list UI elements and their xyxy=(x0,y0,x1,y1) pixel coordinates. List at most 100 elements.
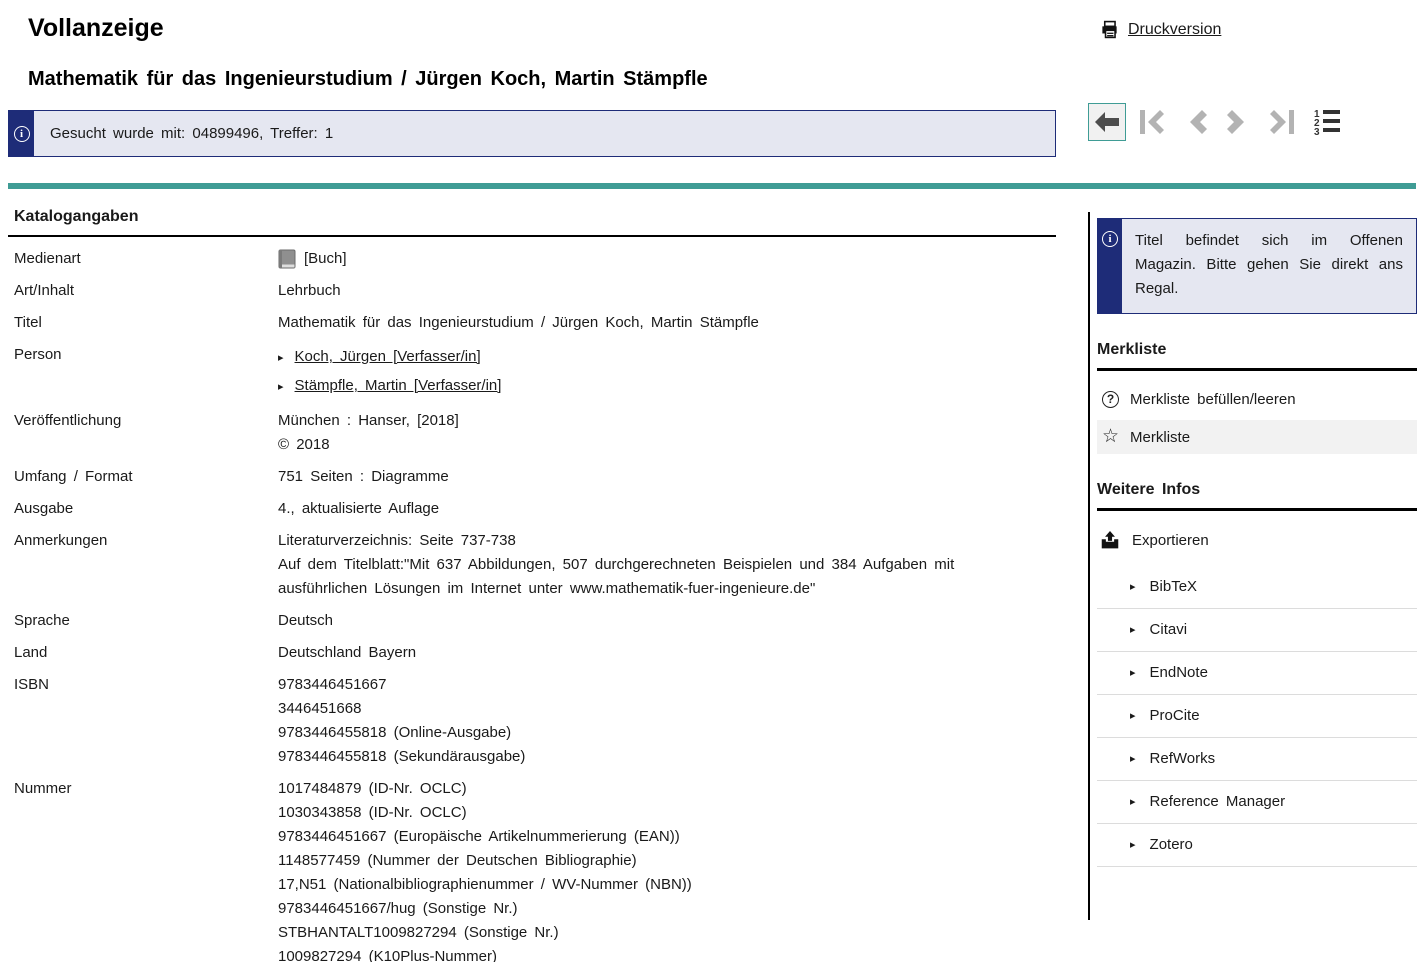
back-button[interactable] xyxy=(1088,103,1126,141)
export-item-label: BibTeX xyxy=(1150,575,1198,599)
star-icon: ☆ xyxy=(1102,428,1119,446)
printer-icon xyxy=(1100,20,1119,39)
alert-accent-bar: i xyxy=(9,111,34,156)
location-notice: i Titel befindet sich im Offenen Magazin… xyxy=(1097,218,1417,314)
catalog-heading: Katalogangaben xyxy=(8,206,1056,237)
merkliste-heading: Merkliste xyxy=(1097,341,1417,371)
row-value-line: München : Hanser, [2018] xyxy=(278,409,1026,433)
info-circle-icon: i xyxy=(14,126,30,142)
export-item-label: EndNote xyxy=(1150,661,1208,685)
search-result-alert: i Gesucht wurde mit: 04899496, Treffer: … xyxy=(8,110,1056,157)
section-divider xyxy=(8,183,1416,189)
last-page-button[interactable] xyxy=(1264,103,1302,141)
number-line: 9783446451667/hug (Sonstige Nr.) xyxy=(278,897,1026,921)
triangle-bullet-icon: ▸ xyxy=(1130,575,1136,599)
row-value-line: Auf dem Titelblatt:"Mit 637 Abbildungen,… xyxy=(278,553,1026,601)
merkliste-fill-empty-button[interactable]: ? Merkliste befüllen/leeren xyxy=(1097,383,1417,416)
last-page-icon xyxy=(1268,107,1298,137)
merkliste-fill-empty-label: Merkliste befüllen/leeren xyxy=(1130,391,1296,408)
table-row: Land Deutschland Bayern xyxy=(14,641,1056,665)
export-item-label: ProCite xyxy=(1150,704,1200,728)
triangle-bullet-icon: ▸ xyxy=(1130,618,1136,642)
table-row: Veröffentlichung München : Hanser, [2018… xyxy=(14,409,1056,457)
export-item-bibtex[interactable]: ▸ BibTeX xyxy=(1097,566,1417,609)
number-line: 1009827294 (K10Plus-Nummer) xyxy=(278,945,1026,962)
isbn-line: 9783446455818 (Online-Ausgabe) xyxy=(278,721,1026,745)
info-circle-icon: i xyxy=(1102,231,1118,247)
table-row: Art/Inhalt Lehrbuch xyxy=(14,279,1056,303)
next-page-button[interactable] xyxy=(1220,103,1258,141)
export-item-label: Reference Manager xyxy=(1150,790,1286,814)
row-value: Mathematik für das Ingenieurstudium / Jü… xyxy=(278,311,1026,335)
table-row: ISBN 9783446451667 3446451668 9783446455… xyxy=(14,673,1056,769)
numbered-list-icon: 1 2 3 xyxy=(1313,108,1341,136)
table-row: Sprache Deutsch xyxy=(14,609,1056,633)
author-link[interactable]: Koch, Jürgen [Verfasser/in] xyxy=(295,343,481,371)
export-item-zotero[interactable]: ▸ Zotero xyxy=(1097,824,1417,867)
table-row: Umfang / Format 751 Seiten : Diagramme xyxy=(14,465,1056,489)
isbn-line: 9783446455818 (Sekundärausgabe) xyxy=(278,745,1026,769)
chevron-right-icon xyxy=(1226,107,1252,137)
weitere-infos-heading: Weitere Infos xyxy=(1097,481,1417,511)
isbn-line: 3446451668 xyxy=(278,697,1026,721)
isbn-line: 9783446451667 xyxy=(278,673,1026,697)
merkliste-label: Merkliste xyxy=(1130,429,1190,446)
row-label: Sprache xyxy=(14,609,278,633)
row-value: 751 Seiten : Diagramme xyxy=(278,465,1026,489)
export-label: Exportieren xyxy=(1132,532,1209,549)
triangle-bullet-icon: ▸ xyxy=(1130,704,1136,728)
row-value-line: Literaturverzeichnis: Seite 737-738 xyxy=(278,529,1026,553)
export-item-label: Citavi xyxy=(1150,618,1188,642)
triangle-bullet-icon: ▸ xyxy=(1130,790,1136,814)
number-line: 9783446451667 (Europäische Artikelnummer… xyxy=(278,825,1026,849)
sidebar: i Titel befindet sich im Offenen Magazin… xyxy=(1088,212,1417,920)
table-row: Anmerkungen Literaturverzeichnis: Seite … xyxy=(14,529,1056,601)
row-label: Veröffentlichung xyxy=(14,409,278,457)
row-label: Art/Inhalt xyxy=(14,279,278,303)
number-line: STBHANTALT1009827294 (Sonstige Nr.) xyxy=(278,921,1026,945)
result-list-button[interactable]: 1 2 3 xyxy=(1308,103,1346,141)
export-item-endnote[interactable]: ▸ EndNote xyxy=(1097,652,1417,695)
row-label: Titel xyxy=(14,311,278,335)
row-value-line: © 2018 xyxy=(278,433,1026,457)
table-row: Nummer 1017484879 (ID-Nr. OCLC) 10303438… xyxy=(14,777,1056,962)
record-title: Mathematik für das Ingenieurstudium / Jü… xyxy=(28,68,708,91)
row-value: Deutsch xyxy=(278,609,1026,633)
author-link[interactable]: Stämpfle, Martin [Verfasser/in] xyxy=(295,372,502,400)
row-label: ISBN xyxy=(14,673,278,769)
triangle-bullet-icon: ▸ xyxy=(278,373,284,401)
previous-page-button[interactable] xyxy=(1176,103,1214,141)
number-line: 1030343858 (ID-Nr. OCLC) xyxy=(278,801,1026,825)
export-item-label: Zotero xyxy=(1150,833,1193,857)
notice-text: Titel befindet sich im Offenen Magazin. … xyxy=(1122,219,1416,313)
result-navigation-toolbar: 1 2 3 xyxy=(1088,103,1346,141)
export-item-reference-manager[interactable]: ▸ Reference Manager xyxy=(1097,781,1417,824)
triangle-bullet-icon: ▸ xyxy=(278,344,284,372)
number-line: 1017484879 (ID-Nr. OCLC) xyxy=(278,777,1026,801)
table-row: Ausgabe 4., aktualisierte Auflage xyxy=(14,497,1056,521)
export-button[interactable]: Exportieren xyxy=(1097,531,1417,550)
merkliste-button[interactable]: ☆ Merkliste xyxy=(1097,420,1417,454)
print-version-link[interactable]: Druckversion xyxy=(1100,20,1221,39)
row-label: Nummer xyxy=(14,777,278,962)
export-item-refworks[interactable]: ▸ RefWorks xyxy=(1097,738,1417,781)
table-row: Titel Mathematik für das Ingenieurstudiu… xyxy=(14,311,1056,335)
book-icon xyxy=(278,249,296,269)
export-item-citavi[interactable]: ▸ Citavi xyxy=(1097,609,1417,652)
question-circle-icon: ? xyxy=(1102,391,1119,408)
first-page-button[interactable] xyxy=(1132,103,1170,141)
export-item-procite[interactable]: ▸ ProCite xyxy=(1097,695,1417,738)
page-title: Vollanzeige xyxy=(28,14,164,43)
triangle-bullet-icon: ▸ xyxy=(1130,833,1136,857)
media-type-value: [Buch] xyxy=(304,247,347,271)
row-value: 4., aktualisierte Auflage xyxy=(278,497,1026,521)
back-arrow-icon xyxy=(1093,110,1121,134)
row-label: Anmerkungen xyxy=(14,529,278,601)
triangle-bullet-icon: ▸ xyxy=(1130,747,1136,771)
row-label: Land xyxy=(14,641,278,665)
catalog-section: Katalogangaben Medienart [Buch] Art/Inha… xyxy=(8,206,1056,962)
notice-accent-bar: i xyxy=(1098,219,1122,313)
row-label: Umfang / Format xyxy=(14,465,278,489)
row-value: Lehrbuch xyxy=(278,279,1026,303)
triangle-bullet-icon: ▸ xyxy=(1130,661,1136,685)
